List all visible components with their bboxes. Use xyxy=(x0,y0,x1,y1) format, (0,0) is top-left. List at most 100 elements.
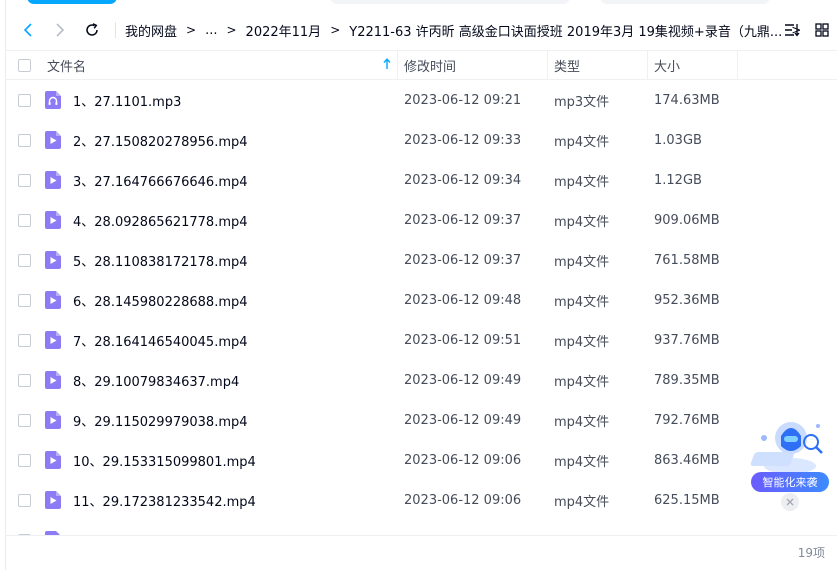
file-size: 792.76MB xyxy=(654,412,720,428)
file-name-cell[interactable]: 6、28.145980228688.mp4 xyxy=(43,291,398,310)
table-row[interactable]: 4、28.092865621778.mp4 2023-06-12 09:37 mp4… xyxy=(5,200,837,240)
file-size: 174.63MB xyxy=(654,92,720,108)
forward-button[interactable] xyxy=(45,15,75,45)
file-name-cell[interactable]: 2、27.150820278956.mp4 xyxy=(43,131,398,150)
video-file-icon xyxy=(45,371,61,389)
file-type: mp4文件 xyxy=(554,214,610,230)
file-name-cell[interactable]: 10、29.153315099801.mp4 xyxy=(43,451,398,470)
column-header-type[interactable]: 类型 xyxy=(548,50,648,80)
table-row[interactable]: 7、28.164146540045.mp4 2023-06-12 09:51 mp4… xyxy=(5,320,837,360)
table-row[interactable] xyxy=(5,520,837,535)
file-size: 937.76MB xyxy=(654,332,720,348)
file-size: 625.15MB xyxy=(654,492,720,508)
file-name-cell[interactable]: 5、28.110838172178.mp4 xyxy=(43,251,398,270)
file-name[interactable]: 2、27.150820278956.mp4 xyxy=(73,131,248,150)
modified-time: 2023-06-12 09:06 xyxy=(404,452,522,468)
row-checkbox[interactable] xyxy=(17,173,31,187)
file-size: 909.06MB xyxy=(654,212,720,228)
file-type: mp4文件 xyxy=(554,254,610,270)
table-row[interactable]: 8、29.10079834637.mp4 2023-06-12 09:49 mp4文… xyxy=(5,360,837,400)
file-name[interactable]: 8、29.10079834637.mp4 xyxy=(73,371,239,390)
file-name[interactable]: 4、28.092865621778.mp4 xyxy=(73,211,248,230)
column-header-size[interactable]: 大小 xyxy=(648,50,738,80)
toolbar-separator xyxy=(115,22,116,38)
table-row[interactable]: 11、29.172381233542.mp4 2023-06-12 09:06 mp… xyxy=(5,480,837,520)
modified-time: 2023-06-12 09:48 xyxy=(404,292,522,308)
file-name-cell[interactable]: 3、27.164766676646.mp4 xyxy=(43,171,398,190)
row-checkbox[interactable] xyxy=(17,93,31,107)
breadcrumb-separator: > xyxy=(330,23,341,37)
row-checkbox[interactable] xyxy=(17,373,31,387)
back-button[interactable] xyxy=(13,15,43,45)
file-type: mp4文件 xyxy=(554,494,610,510)
row-checkbox[interactable] xyxy=(17,133,31,147)
table-row[interactable]: 3、27.164766676646.mp4 2023-06-12 09:34 mp4… xyxy=(5,160,837,200)
row-checkbox[interactable] xyxy=(17,453,31,467)
breadcrumb-item-root[interactable]: 我的网盘 xyxy=(125,21,177,40)
file-name-cell[interactable]: 7、28.164146540045.mp4 xyxy=(43,331,398,350)
file-size: 863.46MB xyxy=(654,452,720,468)
refresh-button[interactable] xyxy=(77,15,107,45)
table-row[interactable]: 6、28.145980228688.mp4 2023-06-12 09:48 mp4… xyxy=(5,280,837,320)
video-file-icon xyxy=(45,291,61,309)
ai-assistant-close-button[interactable] xyxy=(781,493,799,511)
file-type: mp4文件 xyxy=(554,294,610,310)
active-top-tab[interactable] xyxy=(27,0,117,4)
file-type: mp4文件 xyxy=(554,454,610,470)
video-file-icon xyxy=(45,211,61,229)
file-name[interactable]: 9、29.115029979038.mp4 xyxy=(73,411,248,430)
row-checkbox[interactable] xyxy=(17,293,31,307)
breadcrumb-item-ellipsis[interactable]: ... xyxy=(205,23,217,38)
item-count: 19项 xyxy=(797,546,825,560)
breadcrumb: 我的网盘 > ... > 2022年11月 > Y2211-63 许丙昕 高级金… xyxy=(125,21,810,40)
row-checkbox[interactable] xyxy=(17,253,31,267)
modified-time: 2023-06-12 09:37 xyxy=(404,252,522,268)
audio-file-icon xyxy=(45,91,61,109)
file-name[interactable]: 11、29.172381233542.mp4 xyxy=(73,491,256,510)
row-checkbox[interactable] xyxy=(17,493,31,507)
chevron-right-icon xyxy=(56,23,65,37)
grid-view-button[interactable] xyxy=(807,15,837,45)
file-name[interactable]: 10、29.153315099801.mp4 xyxy=(73,451,256,470)
file-name[interactable]: 5、28.110838172178.mp4 xyxy=(73,251,248,270)
column-header-date-label: 修改时间 xyxy=(404,59,457,75)
breadcrumb-item-month[interactable]: 2022年11月 xyxy=(246,21,322,40)
top-tab[interactable] xyxy=(330,0,570,4)
table-row[interactable]: 5、28.110838172178.mp4 2023-06-12 09:37 mp4… xyxy=(5,240,837,280)
ai-assistant-badge[interactable]: 智能化来袭 xyxy=(751,472,829,492)
table-row[interactable]: 10、29.153315099801.mp4 2023-06-12 09:06 mp… xyxy=(5,440,837,480)
video-file-icon xyxy=(45,171,61,189)
file-name[interactable]: 3、27.164766676646.mp4 xyxy=(73,171,248,190)
file-name-cell[interactable]: 1、27.1101.mp3 xyxy=(43,91,398,110)
row-select xyxy=(5,373,43,387)
header-select-all xyxy=(5,50,43,80)
row-select xyxy=(5,253,43,267)
table-row[interactable]: 9、29.115029979038.mp4 2023-06-12 09:49 mp4… xyxy=(5,400,837,440)
top-tab[interactable] xyxy=(600,0,770,4)
file-name[interactable]: 6、28.145980228688.mp4 xyxy=(73,291,248,310)
file-name-cell[interactable]: 8、29.10079834637.mp4 xyxy=(43,371,398,390)
breadcrumb-item-current[interactable]: Y2211-63 许丙昕 高级金口诀面授班 2019年3月 19集视频+录音（九… xyxy=(349,21,782,40)
row-checkbox[interactable] xyxy=(17,333,31,347)
sort-menu-button[interactable] xyxy=(777,15,807,45)
row-checkbox[interactable] xyxy=(17,413,31,427)
ai-assistant-widget[interactable]: 智能化来袭 xyxy=(750,416,832,512)
row-checkbox[interactable] xyxy=(17,213,31,227)
sort-ascending-icon xyxy=(383,58,391,69)
table-row[interactable]: 1、27.1101.mp3 2023-06-12 09:21 mp3文件 174.63… xyxy=(5,80,837,120)
file-name[interactable]: 1、27.1101.mp3 xyxy=(73,91,181,110)
column-header-date[interactable]: 修改时间 xyxy=(398,50,548,80)
file-name-cell[interactable]: 9、29.115029979038.mp4 xyxy=(43,411,398,430)
file-type: mp4文件 xyxy=(554,334,610,350)
video-file-icon xyxy=(45,251,61,269)
table-row[interactable]: 2、27.150820278956.mp4 2023-06-12 09:33 mp4… xyxy=(5,120,837,160)
modified-time: 2023-06-12 09:49 xyxy=(404,412,522,428)
modified-time: 2023-06-12 09:06 xyxy=(404,492,522,508)
file-size: 1.12GB xyxy=(654,172,702,188)
file-name[interactable]: 7、28.164146540045.mp4 xyxy=(73,331,248,350)
file-name-cell[interactable]: 4、28.092865621778.mp4 xyxy=(43,211,398,230)
video-file-icon xyxy=(45,451,61,469)
column-header-name[interactable]: 文件名 xyxy=(43,50,398,80)
file-name-cell[interactable]: 11、29.172381233542.mp4 xyxy=(43,491,398,510)
select-all-checkbox[interactable] xyxy=(17,58,31,72)
